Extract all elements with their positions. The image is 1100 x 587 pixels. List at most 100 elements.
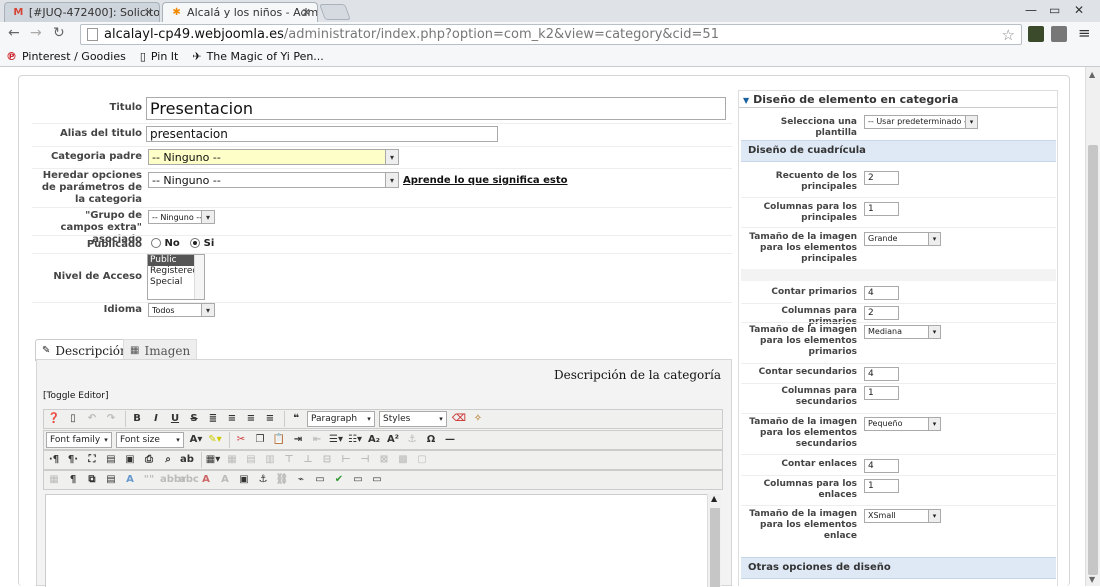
browser-tab-admin[interactable]: ✱ Alcalá y los niños - Admin ✕ bbox=[162, 2, 318, 22]
bookmark-star-icon[interactable]: ☆ bbox=[1002, 26, 1015, 44]
align-right-icon[interactable]: ≡ bbox=[262, 411, 278, 427]
img-primarios-select[interactable]: Mediana ▾ bbox=[864, 325, 941, 339]
menu-icon[interactable]: ≡ bbox=[1078, 24, 1091, 42]
styles-select[interactable]: Styles ▾ bbox=[379, 411, 447, 427]
nivel-listbox[interactable]: Public Registered Special bbox=[147, 254, 205, 300]
reload-icon[interactable]: ↻ bbox=[53, 25, 65, 41]
extension-icon[interactable] bbox=[1051, 26, 1067, 42]
row-after-icon[interactable]: ⊥ bbox=[300, 452, 316, 468]
close-tab-icon[interactable]: ✕ bbox=[302, 6, 311, 19]
recuento-input[interactable]: 2 bbox=[864, 171, 899, 185]
omega-icon[interactable]: Ω bbox=[423, 432, 439, 448]
readmore-icon[interactable]: ▭ bbox=[369, 472, 385, 488]
preview-icon[interactable]: ▣ bbox=[122, 452, 138, 468]
table-props-icon[interactable]: ▦ bbox=[224, 452, 240, 468]
acronym-icon[interactable]: abc bbox=[179, 472, 199, 488]
panel-header[interactable]: ▼ Diseño de elemento en categoria bbox=[739, 91, 1057, 108]
highlight-icon[interactable]: ✎▾ bbox=[207, 432, 223, 448]
fullscreen-icon[interactable]: ⛶ bbox=[84, 452, 100, 468]
col-secundarios-input[interactable]: 1 bbox=[864, 386, 899, 400]
align-left-icon[interactable]: ≡ bbox=[243, 411, 259, 427]
publicado-no-radio[interactable] bbox=[151, 238, 161, 248]
print-icon[interactable]: ⎙ bbox=[141, 452, 157, 468]
img-secundarios-select[interactable]: Pequeño ▾ bbox=[864, 417, 941, 431]
delete-row-icon[interactable]: ⊟ bbox=[319, 452, 335, 468]
anchor-insert-icon[interactable]: ⚓ bbox=[255, 472, 271, 488]
cell-props-icon[interactable]: ▥ bbox=[262, 452, 278, 468]
strikethrough-icon[interactable]: S bbox=[186, 411, 202, 427]
template-icon[interactable]: ▤ bbox=[103, 452, 119, 468]
listbox-scrollbar[interactable] bbox=[194, 255, 204, 299]
col-principales-input[interactable]: 1 bbox=[864, 202, 899, 216]
row-before-icon[interactable]: ⊤ bbox=[281, 452, 297, 468]
new-tab-button[interactable] bbox=[319, 4, 351, 20]
contar-secundarios-input[interactable]: 4 bbox=[864, 367, 899, 381]
minimize-icon[interactable]: — bbox=[1025, 3, 1037, 17]
unlink-icon[interactable]: ⌁ bbox=[293, 472, 309, 488]
horizontal-rule-icon[interactable]: — bbox=[442, 432, 458, 448]
numbered-list-icon[interactable]: ☰▾ bbox=[328, 432, 344, 448]
row-props-icon[interactable]: ▤ bbox=[243, 452, 259, 468]
close-tab-icon[interactable]: ✕ bbox=[144, 6, 153, 19]
heredar-select[interactable]: -- Ninguno -- ▾ bbox=[148, 172, 399, 188]
paragraph-select[interactable]: Paragraph ▾ bbox=[307, 411, 375, 427]
address-bar[interactable]: alcalayl-cp49.webjoomla.es/administrator… bbox=[80, 24, 1022, 45]
editor-text-area[interactable] bbox=[45, 494, 713, 587]
indent-icon[interactable]: ⇥ bbox=[290, 432, 306, 448]
col-after-icon[interactable]: ⊣ bbox=[357, 452, 373, 468]
bold-icon[interactable]: B bbox=[129, 411, 145, 427]
image-insert-icon[interactable]: ▣ bbox=[236, 472, 252, 488]
style-icon[interactable]: ▤ bbox=[103, 472, 119, 488]
grid-section-header[interactable]: Diseño de cuadrícula bbox=[741, 140, 1056, 162]
close-window-icon[interactable]: ✕ bbox=[1074, 3, 1084, 17]
cleanup-icon[interactable]: ✧ bbox=[470, 411, 486, 427]
font-size-select[interactable]: Font size ▾ bbox=[116, 432, 184, 448]
undo-icon[interactable]: ↶ bbox=[84, 411, 100, 427]
subscript-icon[interactable]: A₂ bbox=[366, 432, 382, 448]
outdent-icon[interactable]: ⇤ bbox=[309, 432, 325, 448]
col-enlaces-input[interactable]: 1 bbox=[864, 479, 899, 493]
replace-icon[interactable]: ab bbox=[179, 452, 195, 468]
publicado-si-radio[interactable] bbox=[190, 238, 201, 248]
contar-primarios-input[interactable]: 4 bbox=[864, 286, 899, 300]
media-icon[interactable]: ▭ bbox=[312, 472, 328, 488]
text-color-icon[interactable]: A▾ bbox=[188, 432, 204, 448]
cut-icon[interactable]: ✂ bbox=[233, 432, 249, 448]
plantilla-select[interactable]: -- Usar predeterminado -- ▾ bbox=[864, 115, 978, 129]
rtl-icon[interactable]: ¶· bbox=[65, 452, 81, 468]
page-scrollbar[interactable]: ▲ ▼ bbox=[1085, 67, 1100, 586]
bookmark-yi-pen[interactable]: ✈ The Magic of Yi Pen... bbox=[192, 50, 323, 63]
cite-icon[interactable]: "" bbox=[141, 472, 157, 488]
back-icon[interactable]: ← bbox=[8, 25, 20, 41]
visual-aid-icon[interactable]: ▦ bbox=[46, 472, 62, 488]
scroll-up-icon[interactable]: ▲ bbox=[1089, 70, 1095, 79]
scroll-up-icon[interactable]: ▲ bbox=[711, 494, 717, 503]
ins-icon[interactable]: A bbox=[217, 472, 233, 488]
link-icon[interactable]: ⛓ bbox=[274, 472, 290, 488]
abbr-icon[interactable]: abbr bbox=[160, 472, 186, 488]
editor-scrollbar[interactable]: ▲ bbox=[707, 494, 721, 587]
toggle-editor-link[interactable]: [Toggle Editor] bbox=[43, 391, 108, 401]
spellcheck-icon[interactable]: ✔ bbox=[331, 472, 347, 488]
redo-icon[interactable]: ↷ bbox=[103, 411, 119, 427]
otras-section-header[interactable]: Otras opciones de diseño bbox=[741, 557, 1056, 579]
aprende-link[interactable]: Aprende lo que significa esto bbox=[403, 175, 568, 186]
tab-descripcion[interactable]: ✎ Descripción bbox=[35, 339, 135, 361]
del-icon[interactable]: A bbox=[198, 472, 214, 488]
img-principales-select[interactable]: Grande ▾ bbox=[864, 232, 941, 246]
bullet-list-icon[interactable]: ☷▾ bbox=[347, 432, 363, 448]
help-icon[interactable]: ❓ bbox=[46, 411, 62, 427]
split-cells-icon[interactable]: ▢ bbox=[414, 452, 430, 468]
copy-icon[interactable]: ❐ bbox=[252, 432, 268, 448]
align-center-icon[interactable]: ≡ bbox=[224, 411, 240, 427]
col-before-icon[interactable]: ⊢ bbox=[338, 452, 354, 468]
superscript-icon[interactable]: A² bbox=[385, 432, 401, 448]
eraser-icon[interactable]: ⌫ bbox=[451, 411, 467, 427]
tab-imagen[interactable]: ▦ Imagen bbox=[123, 339, 198, 361]
justify-icon[interactable]: ≣ bbox=[205, 411, 221, 427]
attributes-icon[interactable]: A bbox=[122, 472, 138, 488]
italic-icon[interactable]: I bbox=[148, 411, 164, 427]
scroll-down-icon[interactable]: ▼ bbox=[1089, 575, 1095, 584]
maximize-icon[interactable]: ▭ bbox=[1049, 3, 1060, 17]
idioma-select[interactable]: Todos ▾ bbox=[148, 303, 215, 317]
